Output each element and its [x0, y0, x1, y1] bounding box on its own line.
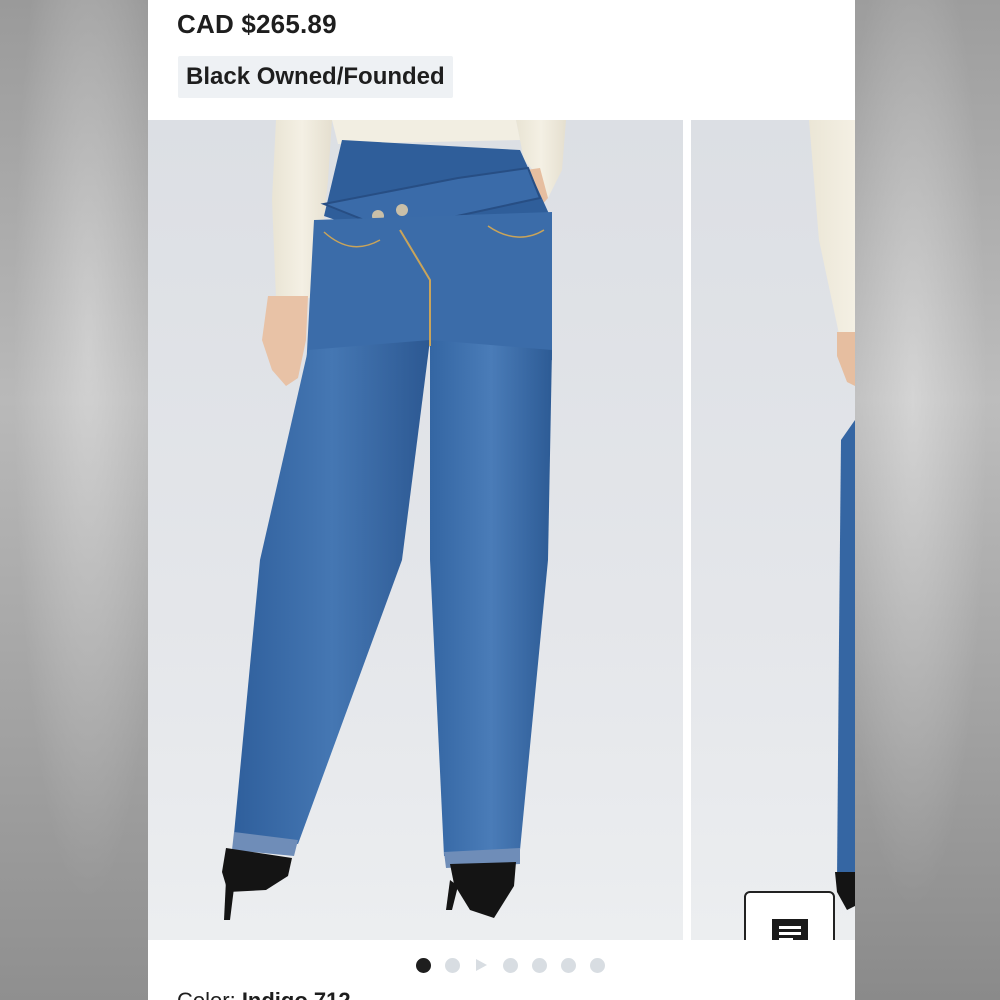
color-value: Indigo 712	[242, 988, 351, 1000]
carousel-dot-1[interactable]	[415, 957, 431, 973]
carousel-dot-2[interactable]	[444, 957, 460, 973]
play-icon	[475, 959, 487, 971]
black-owned-badge: Black Owned/Founded	[178, 56, 453, 98]
product-image-carousel[interactable]	[148, 120, 855, 940]
product-price: CAD $265.89	[177, 9, 337, 39]
carousel-pagination	[148, 956, 855, 974]
product-page: CAD $265.89 Black Owned/Founded	[148, 0, 855, 1000]
product-image-2[interactable]	[691, 120, 855, 940]
blurred-background-right	[855, 0, 1000, 1000]
jeans-front-illustration	[222, 120, 566, 920]
product-image-1[interactable]	[148, 120, 683, 940]
color-label: Color:	[177, 988, 236, 1000]
carousel-dot-6[interactable]	[560, 957, 576, 973]
chat-bubble-icon	[771, 918, 808, 940]
carousel-dot-4[interactable]	[502, 957, 518, 973]
carousel-dot-7[interactable]	[589, 957, 605, 973]
jeans-side-illustration	[809, 120, 855, 910]
color-selection-label: Color: Indigo 712	[177, 988, 351, 1000]
chat-button[interactable]	[744, 891, 835, 940]
badge-label: Black Owned/Founded	[186, 63, 445, 90]
carousel-dot-video[interactable]	[474, 958, 489, 973]
blurred-background-left	[0, 0, 148, 1000]
carousel-dot-5[interactable]	[531, 957, 547, 973]
